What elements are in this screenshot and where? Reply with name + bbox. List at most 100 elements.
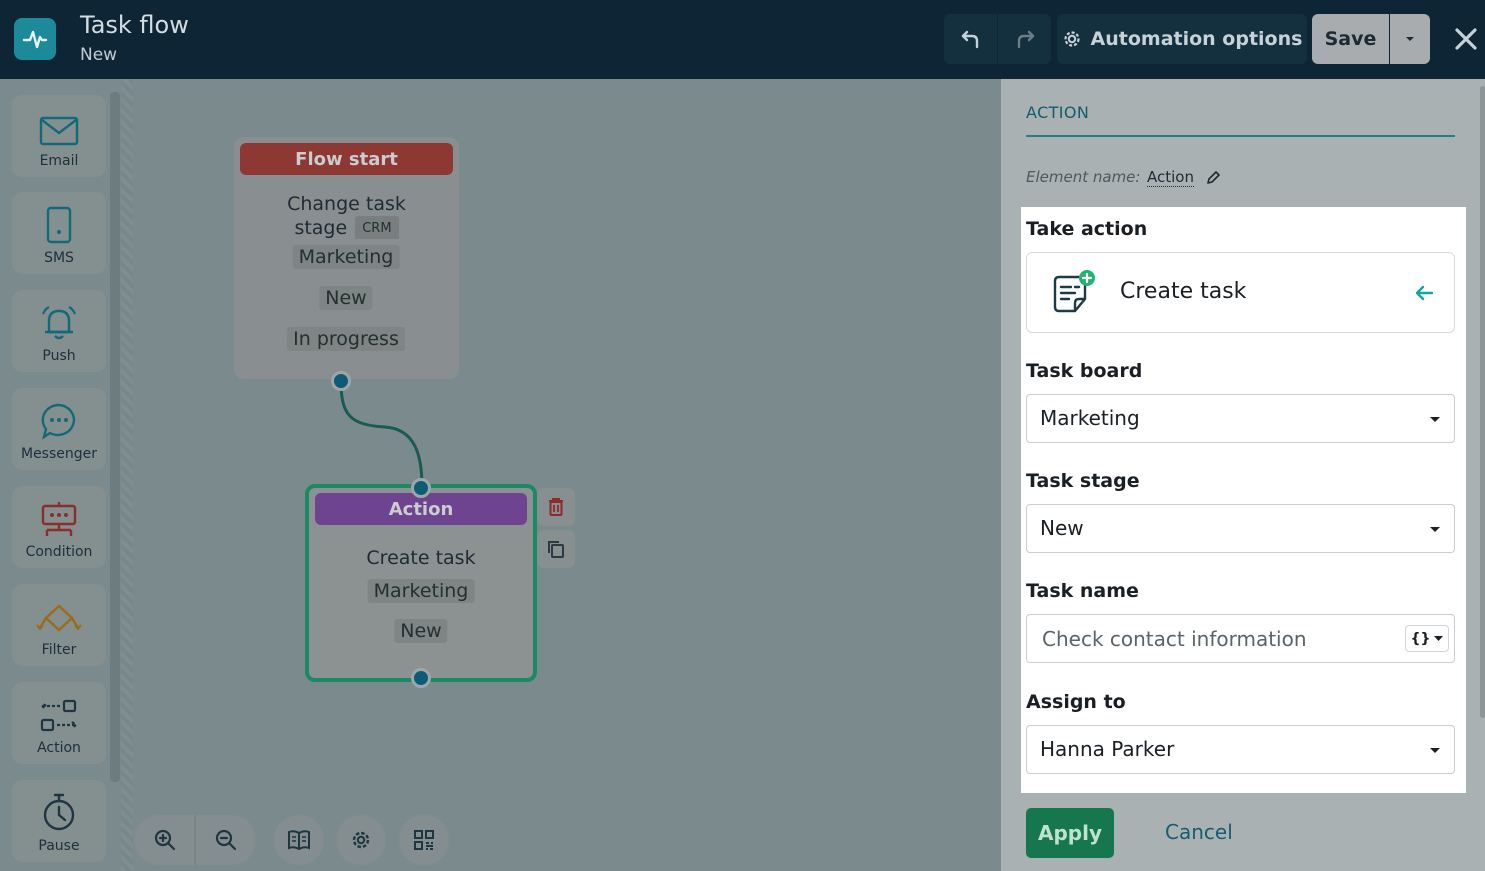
guide-button[interactable]: [274, 815, 324, 865]
flow-status: New: [80, 45, 118, 65]
element-name-label: Element name:: [1026, 168, 1141, 186]
redo-button[interactable]: [998, 14, 1051, 64]
email-icon: [39, 116, 79, 146]
palette-scrollbar[interactable]: [110, 92, 120, 782]
zoom-in-icon: [154, 829, 175, 851]
palette-item-messenger[interactable]: Messenger: [12, 388, 106, 470]
panel-title-underline: [1026, 135, 1455, 137]
redo-icon: [1017, 30, 1034, 49]
palette-item-label: Push: [42, 348, 76, 364]
board-chip: Marketing: [367, 579, 475, 603]
close-button[interactable]: [1448, 20, 1484, 58]
gear-icon: [352, 831, 370, 849]
create-task-icon: [1053, 270, 1095, 313]
action-output-port[interactable]: [411, 668, 431, 688]
action-node-text: Create task: [366, 547, 476, 569]
palette-item-label: Messenger: [20, 446, 98, 462]
delete-node-button[interactable]: [537, 488, 575, 526]
pulse-logo-icon[interactable]: [14, 18, 56, 60]
task-stage-value: New: [1040, 516, 1084, 540]
flow-start-header: Flow start: [240, 143, 453, 175]
book-icon: [288, 830, 310, 851]
canvas-settings-button[interactable]: [336, 815, 386, 865]
zoom-controls: [134, 815, 256, 865]
stage-chip: New: [394, 619, 448, 643]
task-stage-select[interactable]: New: [1026, 504, 1455, 553]
insert-variable-button[interactable]: {}: [1405, 625, 1449, 652]
duplicate-node-button[interactable]: [537, 530, 575, 568]
palette-item-condition[interactable]: Condition: [12, 486, 106, 568]
apply-button[interactable]: Apply: [1026, 808, 1114, 858]
chat-icon: [41, 403, 76, 440]
task-name-input[interactable]: [1028, 616, 1398, 661]
zoom-in-button[interactable]: [134, 815, 195, 865]
board-chip: Marketing: [292, 245, 400, 269]
task-board-select[interactable]: Marketing: [1026, 394, 1455, 443]
caret-down-icon: [1430, 417, 1440, 422]
flow-connector: [339, 380, 424, 488]
automation-options-button[interactable]: Automation options: [1057, 14, 1307, 64]
arrow-left-icon[interactable]: [1414, 284, 1434, 302]
task-board-value: Marketing: [1040, 406, 1140, 430]
undo-button[interactable]: [944, 14, 997, 64]
pencil-icon[interactable]: [1205, 170, 1221, 186]
flow-start-node[interactable]: Flow start Change task stage CRM Marketi…: [234, 137, 459, 379]
element-name-value[interactable]: Action: [1147, 168, 1194, 187]
undo-icon: [961, 30, 978, 49]
palette-item-label: Pause: [38, 838, 80, 854]
save-options-button[interactable]: [1390, 14, 1430, 64]
take-action-label: Take action: [1026, 218, 1148, 240]
filter-icon: [36, 604, 82, 632]
copy-icon: [548, 541, 564, 558]
grid-icon: [414, 830, 434, 850]
palette-item-label: SMS: [44, 250, 74, 266]
caret-down-icon: [1430, 527, 1440, 532]
palette-item-push[interactable]: Push: [12, 290, 106, 372]
palette-item-label: Condition: [25, 544, 93, 560]
caret-down-icon: [1434, 635, 1444, 641]
take-action-value: Create task: [1120, 279, 1247, 304]
automation-options-label: Automation options: [1090, 28, 1303, 50]
action-node[interactable]: Action Create task Marketing New: [305, 484, 537, 682]
assign-to-label: Assign to: [1026, 691, 1126, 713]
palette-item-label: Filter: [41, 642, 77, 658]
task-board-label: Task board: [1026, 360, 1143, 382]
palette-item-sms[interactable]: SMS: [12, 192, 106, 274]
palette-item-email[interactable]: Email: [12, 95, 106, 177]
task-name-label: Task name: [1026, 580, 1139, 602]
save-button[interactable]: Save: [1312, 14, 1389, 64]
crm-badge: CRM: [355, 216, 399, 239]
minimap-button[interactable]: [399, 815, 449, 865]
take-action-selector[interactable]: Create task: [1026, 252, 1455, 333]
caret-down-icon: [1430, 748, 1440, 753]
palette-item-label: Email: [39, 153, 79, 169]
chevron-down-icon: [1406, 37, 1414, 41]
close-icon: [1455, 28, 1477, 50]
zoom-out-icon: [215, 829, 236, 851]
trash-icon: [549, 498, 563, 516]
zoom-out-button[interactable]: [195, 815, 256, 865]
phone-icon: [46, 206, 72, 244]
bell-icon: [41, 306, 77, 340]
palette-item-filter[interactable]: Filter: [12, 584, 106, 666]
canvas-edge-pattern: [121, 79, 133, 871]
stopwatch-icon: [43, 793, 75, 831]
task-stage-label: Task stage: [1026, 470, 1140, 492]
page-title: Task flow: [80, 11, 189, 39]
condition-icon: [41, 502, 77, 536]
action-input-port[interactable]: [411, 478, 431, 498]
palette-item-label: Action: [37, 740, 81, 756]
task-name-field[interactable]: {}: [1026, 614, 1455, 663]
assign-to-value: Hanna Parker: [1040, 737, 1175, 761]
gear-icon: [1063, 31, 1080, 47]
variable-braces-icon: {}: [1410, 630, 1431, 647]
palette-item-action[interactable]: Action: [12, 682, 106, 764]
panel-scrollbar[interactable]: [1480, 86, 1485, 718]
palette-item-pause[interactable]: Pause: [12, 780, 106, 862]
from-stage-chip: New: [319, 286, 373, 310]
cancel-button[interactable]: Cancel: [1165, 820, 1233, 844]
top-bar: Task flow New Automation options Save: [0, 0, 1485, 79]
to-stage-chip: In progress: [287, 327, 405, 351]
assign-to-select[interactable]: Hanna Parker: [1026, 725, 1455, 774]
start-output-port[interactable]: [331, 371, 351, 391]
